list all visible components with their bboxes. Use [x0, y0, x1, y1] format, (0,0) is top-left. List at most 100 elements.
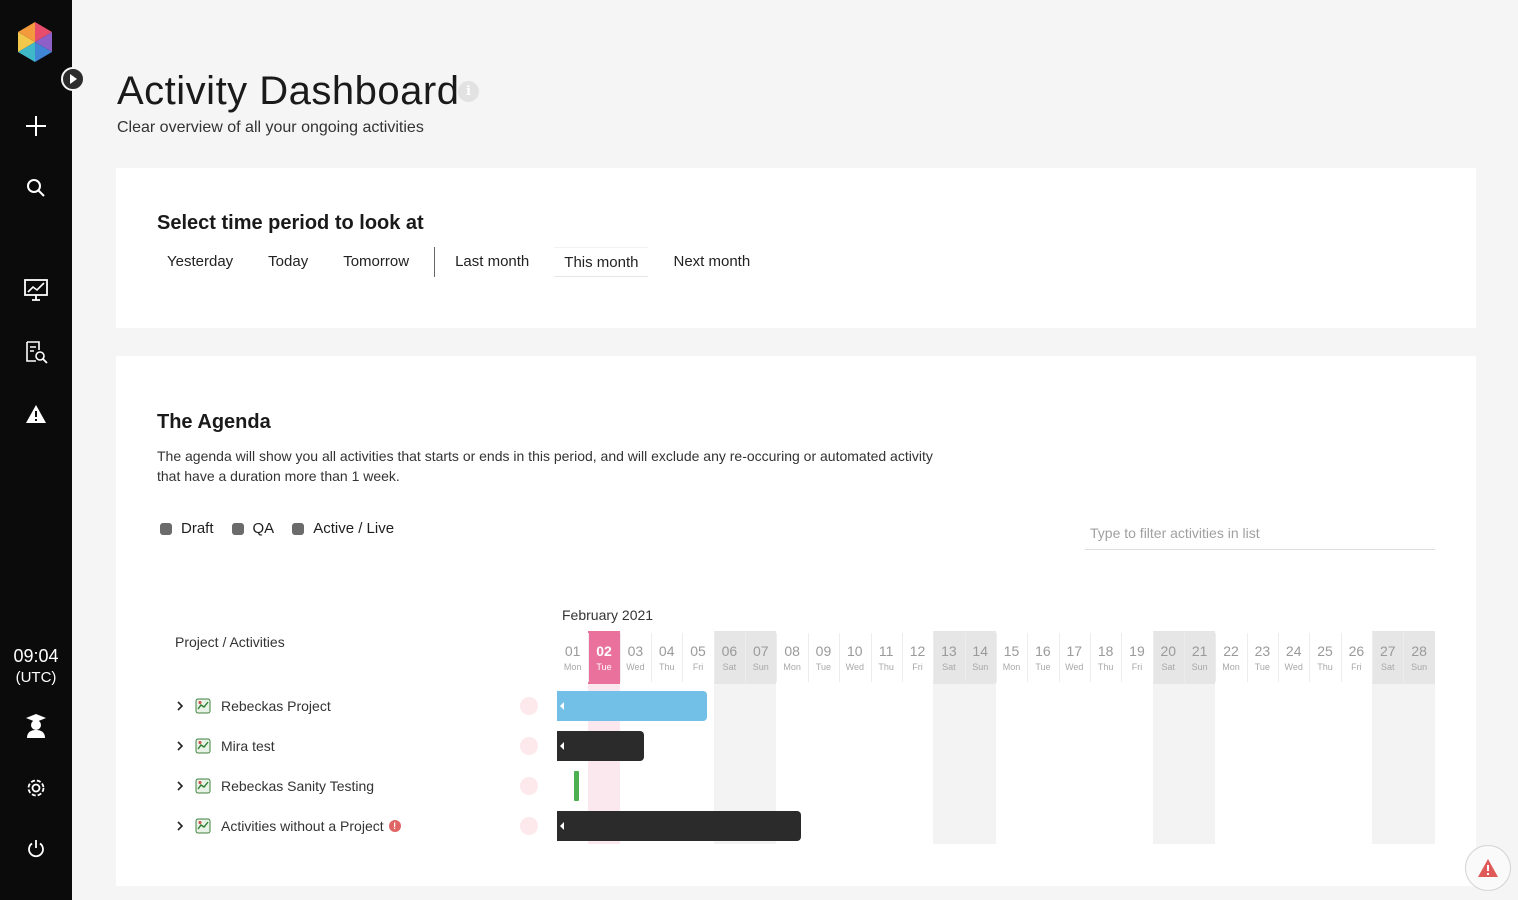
- day-column-band: [1184, 684, 1216, 844]
- day-header: 02 Tue: [588, 631, 620, 684]
- expand-chevron-icon[interactable]: [173, 699, 187, 713]
- project-name: Mira test: [221, 738, 275, 754]
- month-label: February 2021: [562, 607, 654, 623]
- activity-filter-input[interactable]: [1085, 516, 1435, 550]
- day-number: 18: [1097, 643, 1114, 659]
- clock: 09:04 (UTC): [0, 645, 72, 689]
- day-weekday: Thu: [1097, 662, 1114, 672]
- settings-gear-icon[interactable]: [18, 770, 54, 806]
- period-tomorrow-button[interactable]: Tomorrow: [333, 247, 419, 277]
- activity-bar[interactable]: [557, 731, 645, 761]
- day-weekday: Sat: [942, 662, 956, 672]
- day-number: 08: [784, 643, 800, 659]
- day-separator: [1246, 633, 1248, 682]
- agenda-heading: The Agenda: [157, 411, 271, 433]
- agenda-description: The agenda will show you all activities …: [157, 448, 933, 484]
- dashboard-chart-icon[interactable]: [18, 272, 54, 308]
- period-last-month-button[interactable]: Last month: [445, 247, 539, 277]
- legend-active-live[interactable]: Active / Live: [292, 520, 394, 537]
- project-name: Rebeckas Project: [221, 698, 331, 714]
- day-weekday: Sat: [1381, 662, 1395, 672]
- legend-draft[interactable]: Draft: [160, 520, 214, 537]
- app-logo-icon[interactable]: [16, 22, 54, 62]
- project-row[interactable]: Rebeckas Sanity Testing: [173, 771, 374, 801]
- day-weekday: Sun: [972, 662, 989, 672]
- legend-draft-label: Draft: [181, 520, 214, 537]
- day-number: 21: [1191, 643, 1208, 659]
- report-search-icon[interactable]: [18, 334, 54, 370]
- legend-qa-label: QA: [252, 520, 275, 537]
- day-number: 12: [909, 643, 926, 659]
- day-number: 13: [941, 643, 957, 659]
- day-header: 10 Wed: [839, 631, 870, 684]
- page-subtitle: Clear overview of all your ongoing activ…: [117, 119, 424, 136]
- project-row[interactable]: Rebeckas Project: [173, 691, 331, 721]
- day-weekday: Fri: [912, 662, 923, 672]
- day-number: 19: [1129, 643, 1145, 659]
- warning-badge-icon[interactable]: !: [388, 820, 401, 832]
- project-activities-header: Project / Activities: [175, 634, 285, 650]
- day-number: 24: [1285, 643, 1302, 659]
- period-yesterday-button[interactable]: Yesterday: [157, 247, 243, 277]
- alert-warning-icon: [1478, 859, 1498, 877]
- day-weekday: Tue: [1254, 662, 1270, 672]
- day-number: 05: [690, 643, 706, 659]
- day-number: 09: [815, 643, 832, 659]
- day-header: 18 Thu: [1090, 631, 1121, 684]
- day-separator: [776, 633, 778, 682]
- period-next-month-button[interactable]: Next month: [663, 247, 760, 277]
- day-separator: [1027, 633, 1029, 682]
- expand-sidebar-button[interactable]: [61, 67, 85, 91]
- alert-button[interactable]: [1465, 845, 1511, 891]
- day-number: 01: [564, 643, 581, 659]
- day-header: 25 Thu: [1309, 631, 1340, 684]
- expand-chevron-icon[interactable]: [173, 779, 187, 793]
- day-weekday: Mon: [1002, 662, 1021, 672]
- user-profile-icon[interactable]: [18, 708, 54, 744]
- day-column-band: [1403, 684, 1435, 844]
- day-header: 27 Sat: [1372, 631, 1404, 684]
- day-separator: [964, 633, 966, 682]
- day-separator: [1058, 633, 1060, 682]
- power-icon[interactable]: [18, 831, 54, 867]
- status-indicator-icon: [520, 737, 538, 755]
- expand-chevron-icon[interactable]: [173, 739, 187, 753]
- search-icon[interactable]: [18, 170, 54, 206]
- day-separator: [933, 633, 935, 682]
- legend-qa[interactable]: QA: [231, 520, 275, 537]
- day-number: 15: [1003, 643, 1020, 659]
- day-header: 17 Wed: [1059, 631, 1090, 684]
- expand-chevron-icon[interactable]: [173, 819, 187, 833]
- day-weekday: Thu: [878, 662, 894, 672]
- day-header: 01 Mon: [557, 631, 588, 684]
- add-icon[interactable]: [18, 108, 54, 144]
- day-number: 07: [752, 643, 769, 659]
- day-header: 12 Fri: [902, 631, 933, 684]
- activity-bar[interactable]: [557, 691, 707, 721]
- activity-bar[interactable]: [557, 811, 801, 841]
- day-separator: [1403, 633, 1405, 682]
- day-header: 28 Sun: [1403, 631, 1435, 684]
- day-weekday: Wed: [1284, 662, 1303, 672]
- warning-icon[interactable]: [18, 396, 54, 432]
- day-header: 11 Thu: [871, 631, 902, 684]
- info-icon[interactable]: i: [458, 81, 479, 102]
- project-icon: [195, 818, 211, 834]
- day-column-band: [1372, 684, 1404, 844]
- project-row[interactable]: Mira test: [173, 731, 275, 761]
- day-weekday: Fri: [1351, 662, 1362, 672]
- day-column-band: [1152, 684, 1184, 844]
- period-this-month-button[interactable]: This month: [554, 247, 649, 277]
- agenda-card: The Agenda The agenda will show you all …: [116, 356, 1476, 886]
- day-separator: [713, 633, 715, 682]
- day-number: 16: [1035, 643, 1051, 659]
- day-header: 15 Mon: [996, 631, 1027, 684]
- legend-qa-dot: [231, 522, 244, 535]
- day-separator: [1121, 633, 1123, 682]
- day-separator: [588, 633, 590, 682]
- legend-draft-dot: [160, 522, 172, 535]
- period-today-button[interactable]: Today: [258, 247, 318, 277]
- activity-bar[interactable]: [573, 771, 579, 801]
- project-row[interactable]: Activities without a Project!: [173, 811, 401, 841]
- day-separator: [807, 633, 809, 682]
